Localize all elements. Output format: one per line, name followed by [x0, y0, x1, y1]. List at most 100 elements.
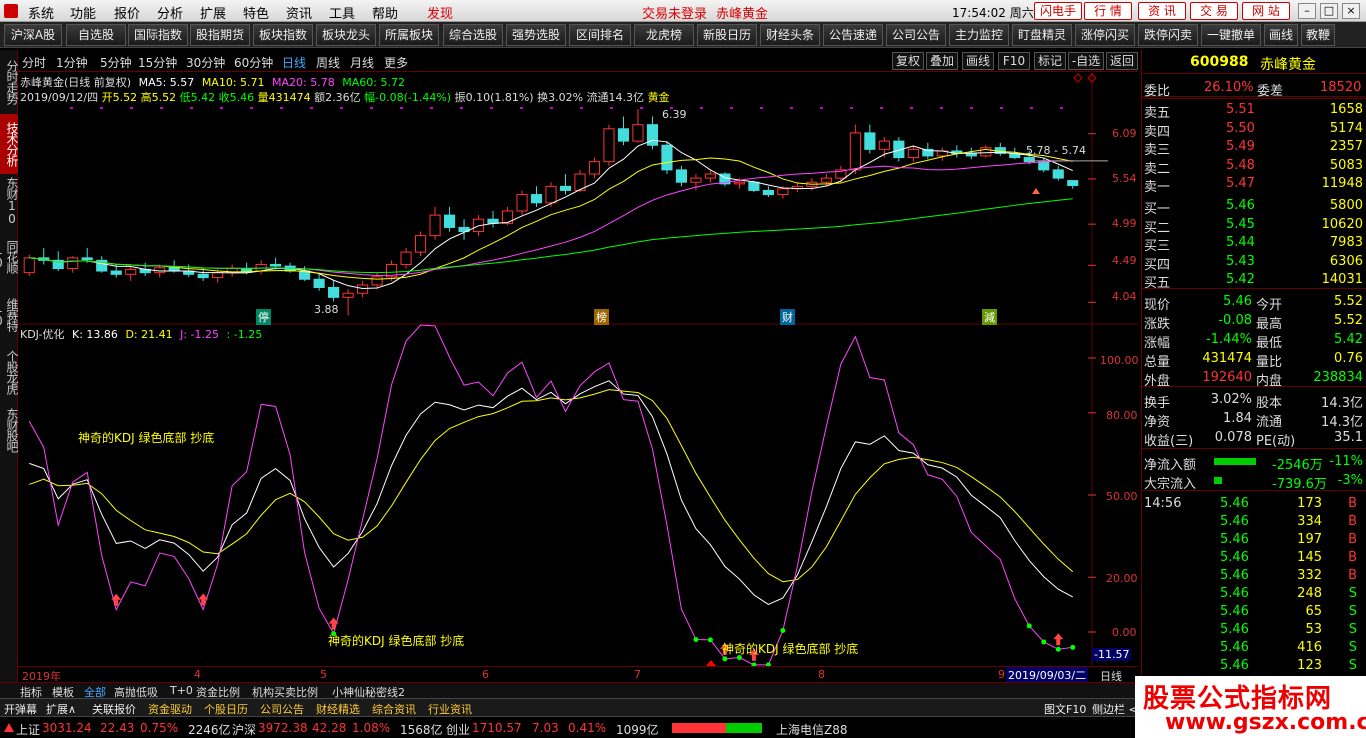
flash-trade-button[interactable]: 闪电手 [1034, 2, 1082, 20]
toolbar-button[interactable]: 国际指数 [128, 24, 188, 46]
tick-row[interactable]: 5.46 334 B [1142, 512, 1366, 531]
bid-row[interactable]: 买二 5.45 10620 [1142, 215, 1366, 236]
toolbar-button[interactable]: 龙虎榜 [634, 24, 694, 46]
toolbar-button[interactable]: 盯盘精灵 [1012, 24, 1072, 46]
mark-button[interactable]: 标记 [1034, 52, 1066, 70]
tick-row[interactable]: 5.46 145 B [1142, 548, 1366, 567]
menu-function[interactable]: 功能 [70, 3, 96, 22]
toolbar-button[interactable]: 自选股 [66, 24, 126, 46]
f10-tab[interactable]: 图文F10 [1044, 701, 1086, 717]
tick-row[interactable]: 5.46 416 S [1142, 638, 1366, 657]
info-tab[interactable]: 个股日历 [204, 701, 248, 717]
rail-tab[interactable]: 维赛特10 [0, 286, 19, 342]
tf-tab[interactable]: 5分钟 [100, 54, 132, 71]
toolbar-button[interactable]: 公司公告 [886, 24, 946, 46]
menu-quote[interactable]: 报价 [114, 3, 140, 22]
toolbar-button[interactable]: 画线 [1264, 24, 1298, 46]
rail-tab[interactable]: 东财股吧 [0, 402, 19, 458]
toolbar-button[interactable]: 涨停闪买 [1075, 24, 1135, 46]
chart-area[interactable]: 赤峰黄金(日线 前复权) MA5: 5.57 MA10: 5.71 MA20: … [18, 72, 1139, 683]
menu-help[interactable]: 帮助 [372, 3, 398, 22]
toolbar-button[interactable]: 沪深A股 [4, 24, 62, 46]
tf-tab[interactable]: 分时 [22, 54, 46, 71]
draw-button[interactable]: 画线 [962, 52, 994, 70]
stats2-row[interactable]: 净资 1.84 流通 14.3亿 [1142, 409, 1366, 430]
toolbar-button[interactable]: 教鞭 [1301, 24, 1335, 46]
menu-tools[interactable]: 工具 [329, 3, 355, 22]
stats2-row[interactable]: 收益(三) 0.078 PE(动) 35.1 [1142, 428, 1366, 449]
toolbar-button[interactable]: 板块指数 [253, 24, 313, 46]
back-button[interactable]: 返回 [1106, 52, 1138, 70]
rail-tab[interactable]: 个股龙虎 [0, 344, 19, 400]
toolbar-button[interactable]: 区间排名 [569, 24, 631, 46]
toolbar-button[interactable]: 公告速递 [823, 24, 883, 46]
stats-row[interactable]: 涨跌 -0.08 最高 5.52 [1142, 311, 1366, 332]
bid-row[interactable]: 买五 5.42 14031 [1142, 270, 1366, 291]
minimize-icon[interactable]: – [1298, 3, 1316, 19]
trade-button[interactable]: 交 易 [1190, 2, 1238, 20]
toolbar-button[interactable]: 财经头条 [760, 24, 820, 46]
info-tab[interactable]: 开弹幕 [4, 701, 37, 717]
info-tab[interactable]: 扩展∧ [46, 701, 76, 717]
rail-tab[interactable]: 东财10 [0, 176, 19, 226]
bid-row[interactable]: 买一 5.46 5800 [1142, 196, 1366, 217]
flow-row[interactable]: 大宗流入 -739.6万 -3% [1142, 471, 1366, 492]
ask-row[interactable]: 卖四 5.50 5174 [1142, 119, 1366, 140]
news-button[interactable]: 资 讯 [1138, 2, 1186, 20]
tf-tab[interactable]: 更多 [384, 54, 408, 71]
tick-row[interactable]: 5.46 123 S [1142, 656, 1366, 675]
sh-label[interactable]: 上证 [16, 721, 40, 738]
tf-tab[interactable]: 月线 [350, 54, 374, 71]
cy-label[interactable]: 创业 [446, 721, 470, 738]
close-icon[interactable]: × [1342, 3, 1360, 19]
ask-row[interactable]: 卖一 5.47 11948 [1142, 174, 1366, 195]
adjust-button[interactable]: 复权 [892, 52, 924, 70]
info-tab[interactable]: 综合资讯 [372, 701, 416, 717]
event-mark[interactable]: 榜 [594, 309, 609, 325]
tick-row[interactable]: 5.46 53 S [1142, 620, 1366, 639]
toolbar-button[interactable]: 所属板块 [379, 24, 439, 46]
menu-analysis[interactable]: 分析 [157, 3, 183, 22]
event-mark[interactable]: 停 [256, 309, 271, 325]
tick-row[interactable]: 5.46 248 S [1142, 584, 1366, 603]
tf-tab[interactable]: 15分钟 [138, 54, 177, 71]
rail-tab[interactable]: 分时走势 [0, 52, 19, 112]
ask-row[interactable]: 卖二 5.48 5083 [1142, 156, 1366, 177]
tf-tab[interactable]: 周线 [316, 54, 340, 71]
tick-row[interactable]: 5.46 197 B [1142, 530, 1366, 549]
login-status[interactable]: 交易未登录 [642, 3, 707, 22]
tf-tab[interactable]: 日线 [282, 54, 306, 71]
server-name[interactable]: 上海电信Z88 [776, 721, 848, 738]
tick-row[interactable]: 5.46 332 B [1142, 566, 1366, 585]
stats2-row[interactable]: 换手 3.02% 股本 14.3亿 [1142, 390, 1366, 411]
stats-row[interactable]: 涨幅 -1.44% 最低 5.42 [1142, 330, 1366, 351]
tick-row[interactable]: 14:56 5.46 173 B [1142, 494, 1366, 513]
info-tab[interactable]: 关联报价 [92, 701, 136, 717]
toolbar-button[interactable]: 板块龙头 [316, 24, 376, 46]
toolbar-button[interactable]: 一键撤单 [1201, 24, 1261, 46]
rail-tab[interactable]: 同花顺10 [0, 228, 19, 284]
toolbar-button[interactable]: 跌停闪卖 [1138, 24, 1198, 46]
menu-discover[interactable]: 发现 [427, 3, 453, 22]
info-tab[interactable]: 资金驱动 [148, 701, 192, 717]
toolbar-button[interactable]: 股指期货 [190, 24, 250, 46]
toolbar-button[interactable]: 综合选股 [443, 24, 503, 46]
menu-feature[interactable]: 特色 [243, 3, 269, 22]
indicator-tab[interactable]: T+0 [170, 684, 193, 697]
ask-row[interactable]: 卖五 5.51 1658 [1142, 100, 1366, 121]
bid-row[interactable]: 买三 5.44 7983 [1142, 233, 1366, 254]
website-button[interactable]: 网 站 [1242, 2, 1290, 20]
bid-row[interactable]: 买四 5.43 6306 [1142, 252, 1366, 273]
menu-extend[interactable]: 扩展 [200, 3, 226, 22]
ask-row[interactable]: 卖三 5.49 2357 [1142, 137, 1366, 158]
overlay-button[interactable]: 叠加 [926, 52, 958, 70]
tf-tab[interactable]: 60分钟 [234, 54, 273, 71]
menu-news[interactable]: 资讯 [286, 3, 312, 22]
toolbar-button[interactable]: 新股日历 [697, 24, 757, 46]
info-tab[interactable]: 公司公告 [260, 701, 304, 717]
watchlist-button[interactable]: -自选 [1068, 52, 1104, 70]
market-button[interactable]: 行 情 [1084, 2, 1132, 20]
event-mark[interactable]: 财 [780, 309, 795, 325]
tf-tab[interactable]: 1分钟 [56, 54, 88, 71]
tf-tab[interactable]: 30分钟 [186, 54, 225, 71]
